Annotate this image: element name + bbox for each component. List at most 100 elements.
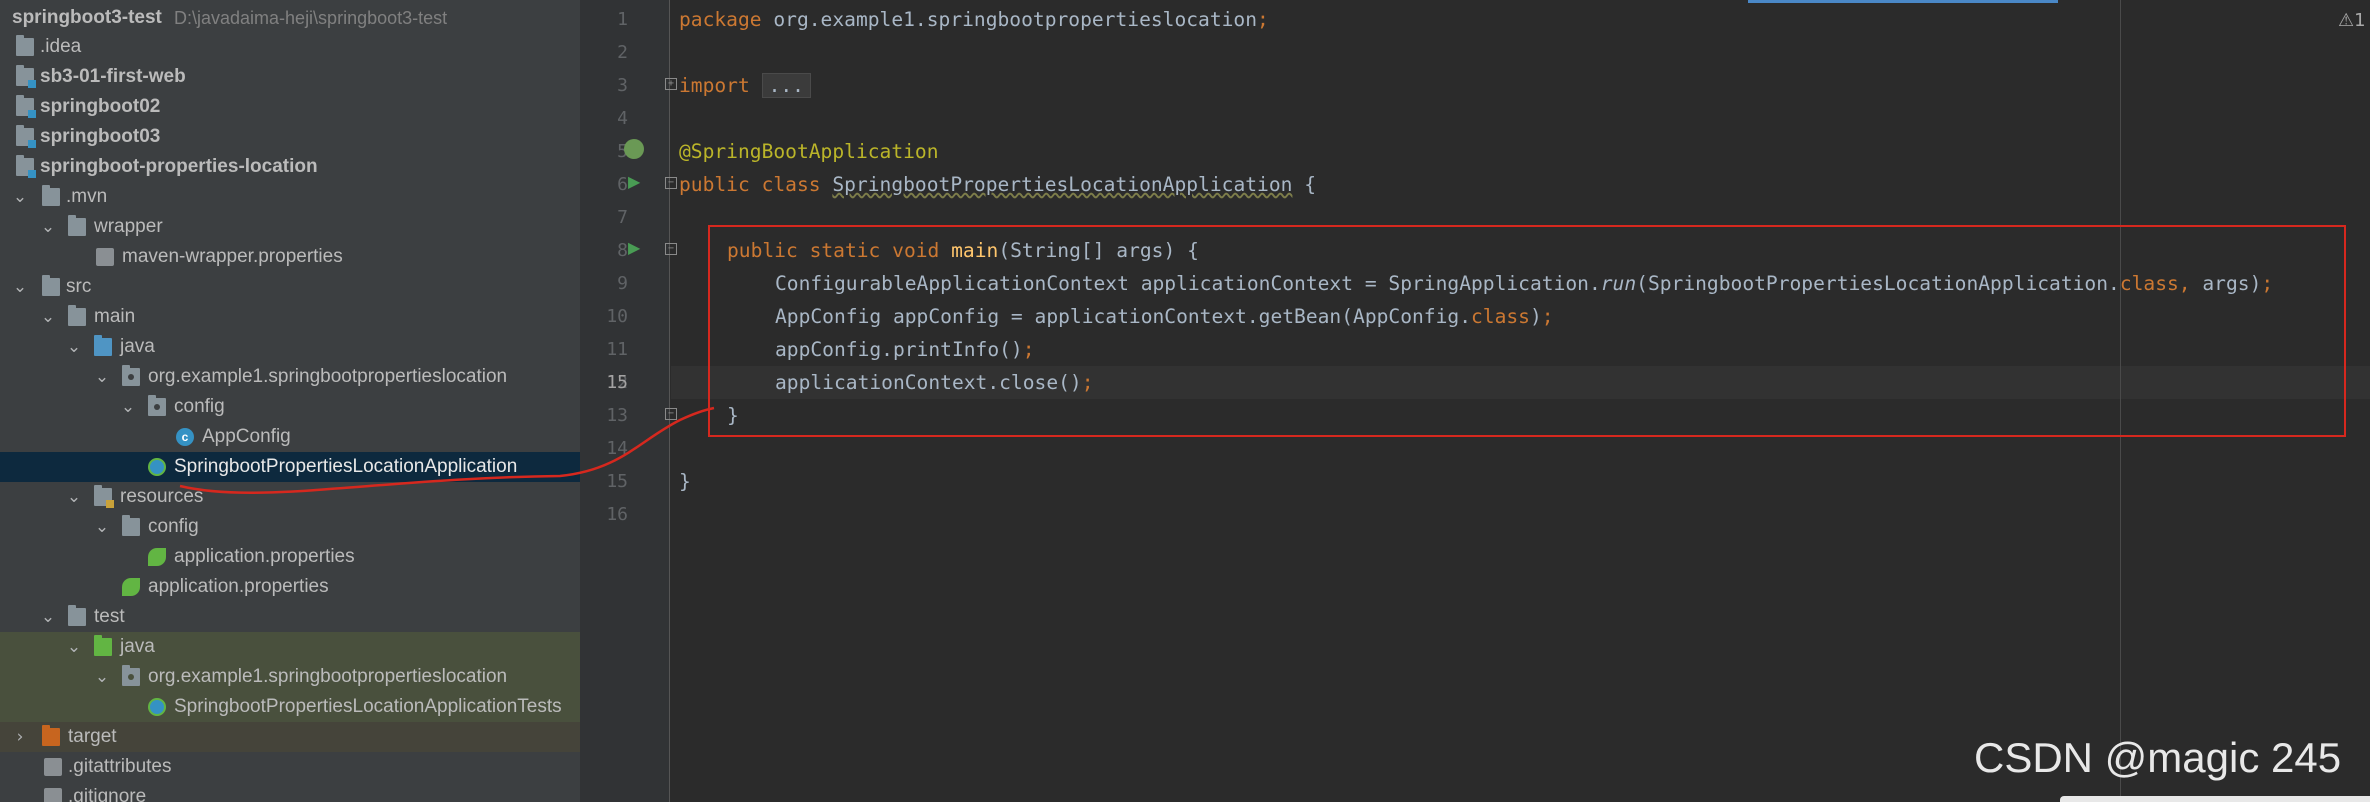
tree-item-wrapper[interactable]: ⌄ wrapper <box>0 212 580 242</box>
tree-item-test-package[interactable]: ⌄ org.example1.springbootpropertieslocat… <box>0 662 580 692</box>
tree-item-label: application.properties <box>174 546 355 567</box>
chevron-down-icon[interactable]: ⌄ <box>10 182 30 212</box>
test-folder-icon <box>94 635 112 656</box>
current-line-number: 15 <box>606 372 628 393</box>
line-number[interactable]: 11 <box>590 333 628 366</box>
tree-item-label: springboot03 <box>40 126 161 147</box>
excluded-folder-icon <box>42 725 60 746</box>
tree-item-label: org.example1.springbootpropertieslocatio… <box>148 666 508 687</box>
module-folder-icon <box>16 95 36 118</box>
tree-item-tests-class[interactable]: SpringbootPropertiesLocationApplicationT… <box>0 692 580 722</box>
code-line[interactable]: import ... <box>679 69 811 102</box>
line-number[interactable]: 7 <box>590 201 628 234</box>
tree-item-application-properties[interactable]: application.properties <box>0 572 580 602</box>
line-number[interactable]: 16 <box>590 498 628 531</box>
package-icon <box>122 365 140 386</box>
chevron-down-icon[interactable]: ⌄ <box>10 272 30 302</box>
folder-icon <box>68 305 86 326</box>
tree-item-mvn[interactable]: ⌄ .mvn <box>0 182 580 212</box>
warning-icon: ⚠ <box>2338 10 2355 31</box>
tree-item-label: java <box>120 336 155 357</box>
tree-item-maven-wrapper-properties[interactable]: maven-wrapper.properties <box>0 242 580 272</box>
highlight-box <box>708 225 2346 437</box>
warning-count: 1 <box>2354 10 2366 31</box>
spring-boot-test-class-icon <box>148 698 166 716</box>
java-class-icon: c <box>176 428 194 446</box>
tree-item-target[interactable]: › target <box>0 722 580 752</box>
tree-item-package[interactable]: ⌄ org.example1.springbootpropertieslocat… <box>0 362 580 392</box>
tree-item-config[interactable]: ⌄ config <box>0 392 580 422</box>
tree-item-main-application[interactable]: SpringbootPropertiesLocationApplication <box>0 452 580 482</box>
chevron-down-icon[interactable]: ⌄ <box>64 332 84 362</box>
resources-folder-icon <box>94 485 114 508</box>
line-number[interactable]: 5 <box>590 135 628 168</box>
tree-item-test[interactable]: ⌄ test <box>0 602 580 632</box>
chevron-down-icon[interactable]: ⌄ <box>38 302 58 332</box>
tree-root[interactable]: springboot3-test D:\javadaima-heji\sprin… <box>0 3 580 33</box>
tree-item-springboot03[interactable]: springboot03 <box>0 122 580 152</box>
fold-collapse-icon[interactable]: − <box>665 243 677 255</box>
line-number[interactable]: 4 <box>590 102 628 135</box>
run-icon[interactable]: ▶ <box>628 240 644 258</box>
line-number[interactable]: 13 <box>590 399 628 432</box>
chevron-down-icon[interactable]: ⌄ <box>92 662 112 692</box>
tree-item-label: org.example1.springbootpropertieslocatio… <box>148 366 508 387</box>
line-number[interactable]: 14 <box>590 432 628 465</box>
watermark: CSDN @magic 245 <box>1974 734 2342 781</box>
tree-item-idea[interactable]: .idea <box>0 32 580 62</box>
tree-item-java[interactable]: ⌄ java <box>0 332 580 362</box>
text-file-icon <box>44 788 62 802</box>
line-number[interactable]: 6 <box>590 168 628 201</box>
tree-item-test-java[interactable]: ⌄ java <box>0 632 580 662</box>
line-number[interactable]: 15 <box>590 465 628 498</box>
chevron-down-icon[interactable]: ⌄ <box>38 602 58 632</box>
chevron-down-icon[interactable]: ⌄ <box>64 632 84 662</box>
tree-item-config-application-properties[interactable]: application.properties <box>0 542 580 572</box>
chevron-down-icon[interactable]: ⌄ <box>92 512 112 542</box>
fold-collapse-icon[interactable]: − <box>665 177 677 189</box>
chevron-down-icon[interactable]: ⌄ <box>92 362 112 392</box>
tree-item-main[interactable]: ⌄ main <box>0 302 580 332</box>
module-folder-icon <box>16 65 36 88</box>
code-line[interactable]: } <box>679 465 691 498</box>
tree-item-label: sb3-01-first-web <box>40 66 186 87</box>
chevron-down-icon[interactable]: ⌄ <box>38 212 58 242</box>
tree-item-resources[interactable]: ⌄ resources <box>0 482 580 512</box>
folder-icon <box>122 515 140 536</box>
tree-item-springboot-properties-location[interactable]: springboot-properties-location <box>0 152 580 182</box>
tree-item-gitattributes[interactable]: .gitattributes <box>0 752 580 782</box>
package-icon <box>122 665 140 686</box>
tree-item-sb3-01-first-web[interactable]: sb3-01-first-web <box>0 62 580 92</box>
tree-item-appconfig[interactable]: c AppConfig <box>0 422 580 452</box>
chevron-right-icon[interactable]: › <box>10 722 30 752</box>
code-line[interactable]: @SpringBootApplication <box>679 135 939 168</box>
spring-bean-icon[interactable] <box>624 139 644 159</box>
tree-item-label: AppConfig <box>202 426 291 447</box>
folder-icon <box>16 35 34 56</box>
tree-item-resources-config[interactable]: ⌄ config <box>0 512 580 542</box>
chevron-down-icon[interactable]: ⌄ <box>118 392 138 422</box>
line-number[interactable]: 9 <box>590 267 628 300</box>
code-line[interactable]: public class SpringbootPropertiesLocatio… <box>679 168 1316 201</box>
scroll-indicator <box>1748 0 2058 3</box>
line-number[interactable]: 2 <box>590 36 628 69</box>
line-number[interactable]: 8 <box>590 234 628 267</box>
inspection-widget[interactable]: ⚠1 <box>2338 10 2366 31</box>
tree-item-gitignore[interactable]: .gitignore <box>0 782 580 802</box>
project-tree: springboot3-test D:\javadaima-heji\sprin… <box>0 0 580 802</box>
code-line[interactable]: package org.example1.springbootpropertie… <box>679 3 1269 36</box>
line-number[interactable]: 3 <box>590 69 628 102</box>
line-number[interactable]: 1 <box>590 3 628 36</box>
run-icon[interactable]: ▶ <box>628 174 644 192</box>
tree-item-src[interactable]: ⌄ src <box>0 272 580 302</box>
tree-item-label: .mvn <box>66 186 108 207</box>
tree-item-springboot02[interactable]: springboot02 <box>0 92 580 122</box>
fold-end-icon[interactable]: − <box>665 408 677 420</box>
folder-icon <box>68 215 86 236</box>
tree-item-label: SpringbootPropertiesLocationApplicationT… <box>174 696 562 717</box>
folder-icon <box>42 185 60 206</box>
tree-item-label: src <box>66 276 92 297</box>
line-number[interactable]: 10 <box>590 300 628 333</box>
fold-expand-icon[interactable]: + <box>665 78 677 90</box>
chevron-down-icon[interactable]: ⌄ <box>64 482 84 512</box>
